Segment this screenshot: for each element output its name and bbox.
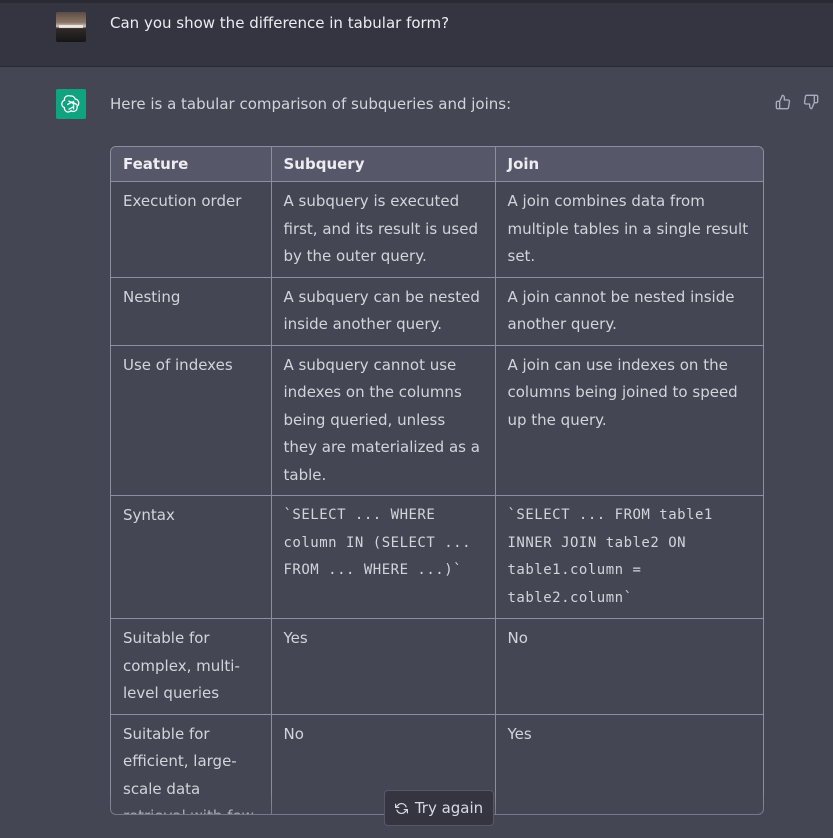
table-cell: Syntax — [111, 495, 272, 619]
table-cell: A subquery is executed first, and its re… — [270, 181, 496, 278]
user-avatar — [56, 12, 86, 42]
thumbs-up-icon[interactable] — [773, 92, 793, 112]
table-cell: Yes — [270, 618, 496, 715]
user-message-text: Can you show the difference in tabular f… — [110, 14, 450, 32]
table-header-row: Feature Subquery Join — [111, 147, 763, 182]
table-cell: Execution order — [111, 181, 272, 278]
table-header: Join — [494, 147, 763, 182]
table-cell: A subquery can be nested inside another … — [270, 276, 496, 346]
table-cell: Nesting — [111, 276, 272, 346]
table-cell: A join can use indexes on the columns be… — [494, 344, 763, 496]
table-row: Use of indexes A subquery cannot use ind… — [111, 344, 763, 496]
table-cell: Yes — [494, 713, 763, 814]
table-row: Suitable for complex, multi-level querie… — [111, 618, 763, 715]
table-cell: No — [494, 618, 763, 715]
thumbs-down-icon[interactable] — [801, 92, 821, 112]
table-cell: A join combines data from multiple table… — [494, 181, 763, 278]
table-row: Nesting A subquery can be nested inside … — [111, 276, 763, 346]
table-cell: A join cannot be nested inside another q… — [494, 276, 763, 346]
openai-logo-icon — [56, 89, 86, 119]
try-again-button[interactable]: Try again — [384, 790, 494, 826]
table-row: Syntax `SELECT ... WHERE column IN (SELE… — [111, 495, 763, 619]
user-message-row: Can you show the difference in tabular f… — [0, 0, 833, 67]
table-header: Subquery — [270, 147, 496, 182]
table-cell: Suitable for efficient, large-scale data… — [111, 713, 272, 814]
comparison-table: Feature Subquery Join Execution order A … — [110, 146, 764, 815]
table-row: Execution order A subquery is executed f… — [111, 181, 763, 278]
table-cell: Suitable for complex, multi-level querie… — [111, 618, 272, 715]
table-header: Feature — [111, 147, 272, 182]
code-cell: `SELECT ... WHERE column IN (SELECT ... … — [270, 495, 496, 619]
table-cell: A subquery cannot use indexes on the col… — [270, 344, 496, 496]
divider — [0, 0, 833, 3]
assistant-intro-text: Here is a tabular comparison of subqueri… — [110, 95, 512, 113]
code-cell: `SELECT ... FROM table1 INNER JOIN table… — [494, 495, 763, 619]
table-cell: Use of indexes — [111, 344, 272, 496]
refresh-icon — [394, 802, 408, 815]
try-again-label: Try again — [414, 799, 484, 817]
